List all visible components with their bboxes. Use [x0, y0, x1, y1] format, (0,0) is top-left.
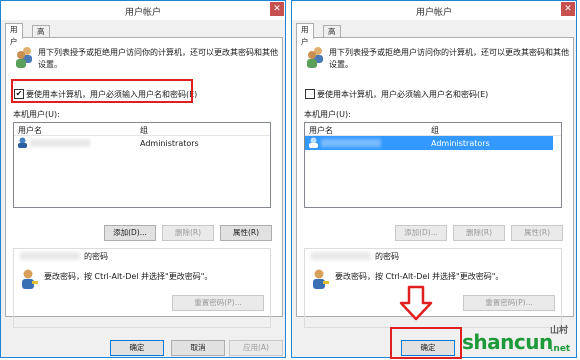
- users-icon: [16, 47, 32, 68]
- column-group[interactable]: 组: [140, 125, 148, 136]
- password-text: 要改密码，按 Ctrl-Alt-Del 并选择"更改密码"。: [44, 272, 213, 281]
- add-button[interactable]: 添加(D)...: [395, 225, 447, 241]
- group-title-redacted: [311, 252, 371, 260]
- watermark-sub: 山村: [550, 326, 569, 336]
- column-username[interactable]: 用户名: [18, 125, 42, 136]
- users-icon: [307, 47, 323, 68]
- users-list[interactable]: 用户名 组 Administrators: [13, 122, 271, 208]
- user-avatar-icon: [18, 137, 27, 148]
- annotation-down-arrow-icon: [399, 285, 433, 321]
- password-group: 的密码 要改密码，按 Ctrl-Alt-Del 并选择"更改密码"。 重置密码(…: [13, 248, 271, 328]
- user-accounts-dialog-left: 用户帐户 ✕ 用户 高级 用下列表授予或拒绝用户访问你的计算机，还可以更改其密码…: [0, 0, 286, 358]
- reset-password-button[interactable]: 重置密码(P)...: [172, 295, 264, 311]
- password-heading: 的密码: [375, 252, 399, 261]
- username-redacted: [30, 139, 90, 147]
- column-group[interactable]: 组: [431, 125, 439, 136]
- watermark-text: shancun: [462, 330, 553, 354]
- tab-users[interactable]: 用户: [296, 23, 314, 46]
- list-header: 用户名 组: [14, 123, 270, 136]
- watermark-net: .net: [550, 344, 571, 354]
- ok-button[interactable]: 确定: [110, 340, 164, 356]
- table-row-selected[interactable]: Administrators: [305, 136, 553, 150]
- group-title-redacted: [20, 252, 80, 260]
- require-login-checkbox[interactable]: [305, 89, 315, 99]
- add-button[interactable]: 添加(D)...: [104, 225, 156, 241]
- title-bar: 用户帐户 ✕: [1, 1, 285, 20]
- username-redacted: [321, 139, 381, 147]
- password-heading: 的密码: [84, 252, 108, 261]
- list-header: 用户名 组: [305, 123, 561, 136]
- user-key-icon: [313, 269, 329, 289]
- title-bar: 用户帐户 ✕: [292, 1, 576, 20]
- intro-line-2: 设置。: [38, 60, 62, 69]
- column-username[interactable]: 用户名: [309, 125, 333, 136]
- intro-line-2: 设置。: [329, 60, 353, 69]
- close-button[interactable]: ✕: [270, 2, 284, 16]
- user-accounts-dialog-right: 用户帐户 ✕ 用户 高级 用下列表授予或拒绝用户访问你的计算机，还可以更改其密码…: [291, 0, 577, 358]
- users-list-label: 本机用户(U):: [304, 110, 351, 119]
- close-button[interactable]: ✕: [561, 2, 575, 16]
- apply-button[interactable]: 应用(A): [229, 340, 283, 356]
- users-list-label: 本机用户(U):: [13, 110, 60, 119]
- annotation-highlight-ok: [390, 327, 462, 359]
- annotation-highlight-checkbox: [11, 79, 193, 103]
- user-group: Administrators: [140, 139, 199, 148]
- users-list[interactable]: 用户名 组 Administrators: [304, 122, 562, 208]
- user-avatar-icon: [309, 137, 318, 148]
- user-group: Administrators: [431, 139, 490, 148]
- remove-button[interactable]: 删除(R): [453, 225, 505, 241]
- user-key-icon: [22, 269, 38, 289]
- properties-button[interactable]: 属性(R): [511, 225, 563, 241]
- properties-button[interactable]: 属性(R): [220, 225, 272, 241]
- intro-line-1: 用下列表授予或拒绝用户访问你的计算机，还可以更改其密码和其他: [38, 48, 278, 57]
- password-text: 要改密码，按 Ctrl-Alt-Del 并选择"更改密码"。: [335, 272, 504, 281]
- require-login-label: 要使用本计算机，用户必须输入用户名和密码(E): [317, 90, 489, 99]
- window-title: 用户帐户: [124, 8, 161, 18]
- users-tab-panel: 用下列表授予或拒绝用户访问你的计算机，还可以更改其密码和其他 设置。 要使用本计…: [296, 37, 574, 328]
- cancel-button[interactable]: 取消: [171, 340, 225, 356]
- tab-users[interactable]: 用户: [5, 23, 23, 46]
- table-row[interactable]: Administrators: [14, 136, 262, 150]
- intro-line-1: 用下列表授予或拒绝用户访问你的计算机，还可以更改其密码和其他: [329, 48, 569, 57]
- reset-password-button[interactable]: 重置密码(P)...: [463, 295, 555, 311]
- remove-button[interactable]: 删除(R): [162, 225, 214, 241]
- watermark: shancun 山村 .net: [462, 322, 580, 360]
- window-title: 用户帐户: [415, 8, 452, 18]
